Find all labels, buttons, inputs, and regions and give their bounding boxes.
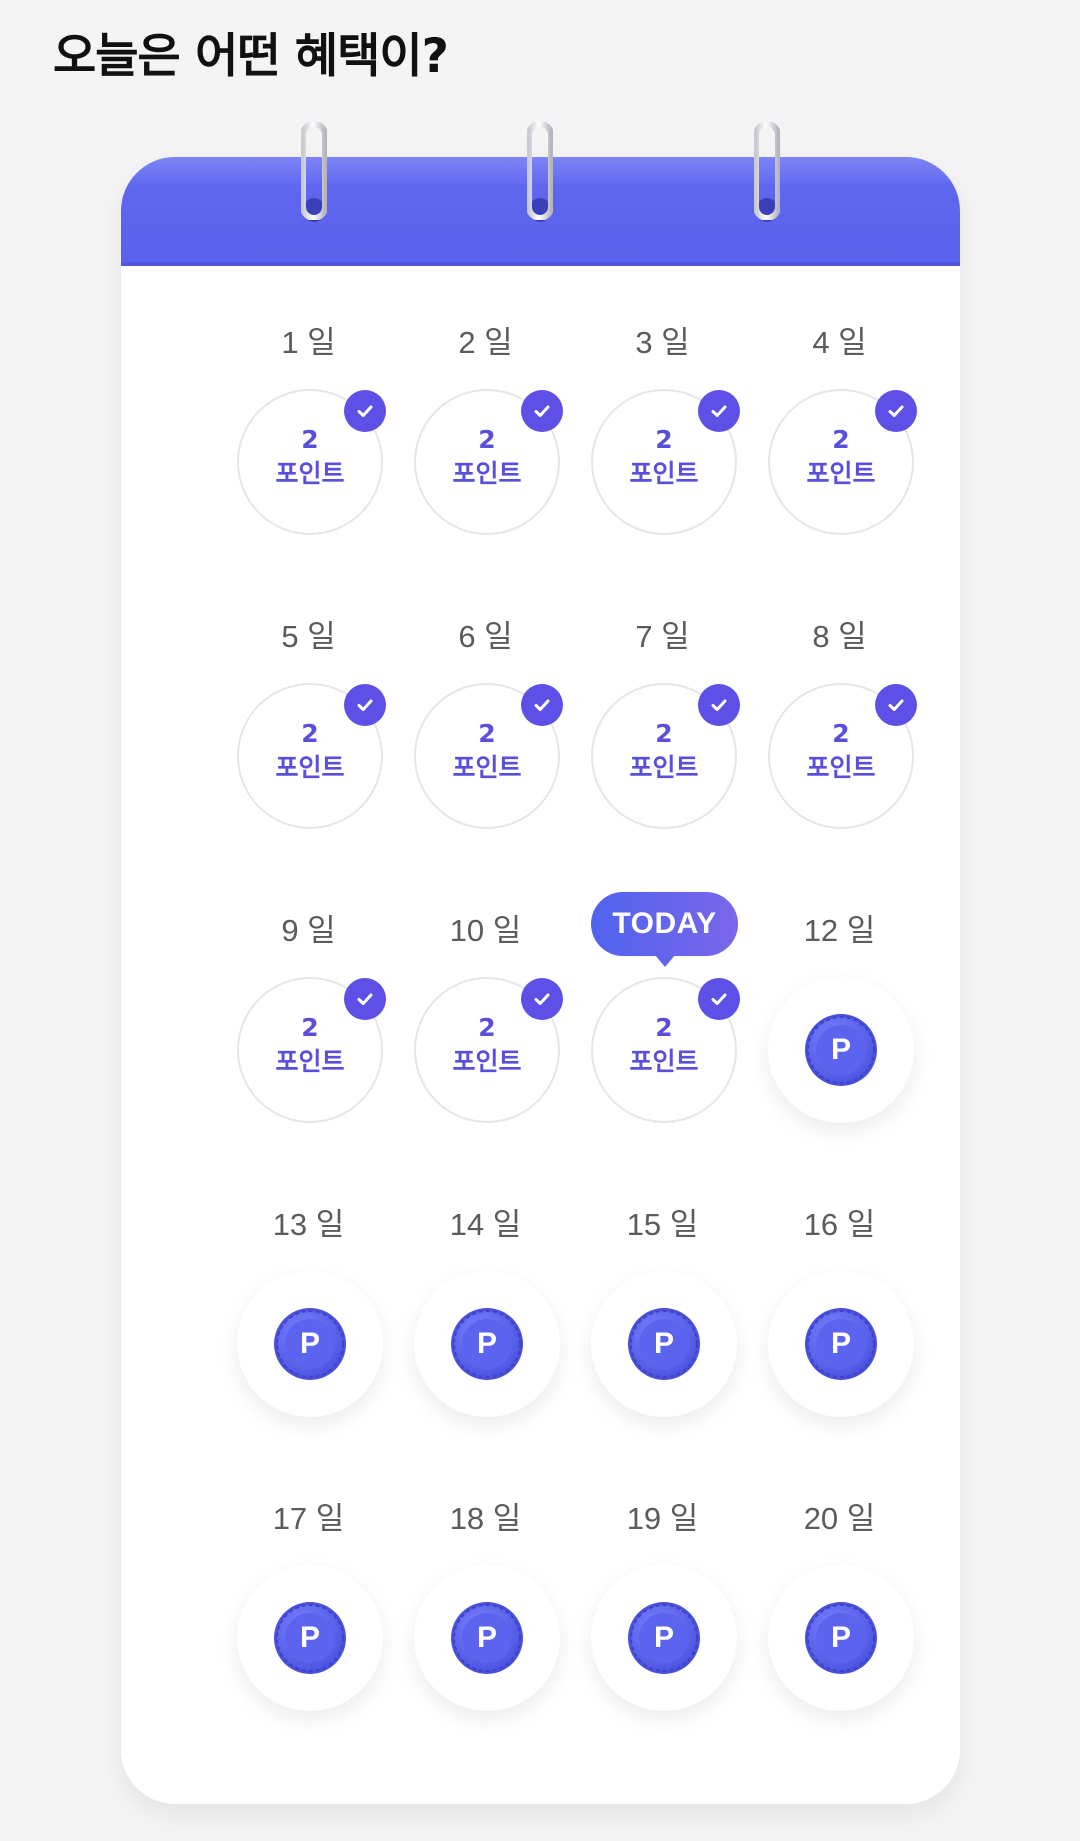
coin-letter: P	[299, 1327, 320, 1360]
day-label: 7 일	[635, 619, 690, 654]
coin-letter: P	[653, 1327, 674, 1360]
coin-letter: P	[299, 1621, 320, 1654]
points-unit: 포인트	[806, 459, 876, 488]
claimed-reward: 2 포인트	[237, 977, 386, 1123]
points-unit: 포인트	[452, 753, 522, 782]
day-label: 2 일	[458, 325, 513, 360]
day-cell: 7 일 2 포인트	[574, 615, 751, 855]
day-label: 9 일	[281, 913, 336, 948]
points-unit: 포인트	[452, 1047, 522, 1076]
day-label: 19 일	[626, 1501, 699, 1536]
day-cell: 13 일 P	[220, 1203, 397, 1443]
coin-letter: P	[830, 1033, 851, 1066]
day-cell: 8 일 2 포인트	[751, 615, 928, 855]
check-icon	[698, 390, 740, 432]
day-cell: 16 일 P	[751, 1203, 928, 1443]
check-icon	[875, 390, 917, 432]
claimed-reward: 2 포인트	[591, 389, 740, 535]
claimed-reward: 2 포인트	[414, 977, 563, 1123]
claimed-reward: 2 포인트	[237, 389, 386, 535]
coin-letter: P	[830, 1327, 851, 1360]
day-cell: 14 일 P	[397, 1203, 574, 1443]
claimed-reward: 2 포인트	[237, 683, 386, 829]
upcoming-reward: P	[768, 1565, 914, 1711]
day-label: 20 일	[803, 1501, 876, 1536]
check-icon	[698, 978, 740, 1020]
check-icon	[344, 978, 386, 1020]
day-cell: 5 일 2 포인트	[220, 615, 397, 855]
points-unit: 포인트	[275, 459, 345, 488]
day-cell: 9 일 2 포인트	[220, 909, 397, 1149]
upcoming-reward: P	[768, 977, 914, 1123]
coin-letter: P	[476, 1621, 497, 1654]
day-label: 18 일	[449, 1501, 522, 1536]
day-cell: 15 일 P	[574, 1203, 751, 1443]
upcoming-reward: P	[237, 1271, 383, 1417]
day-cell: 20 일 P	[751, 1497, 928, 1737]
day-label: 14 일	[449, 1207, 522, 1242]
day-grid: 1 일 2 포인트 2 일 2 포인트 3 일 2 포인트 4 일 2 포인트 5 일 2 포인트 6 일 2포…	[121, 157, 960, 1804]
day-label: 10 일	[449, 913, 522, 948]
points-unit: 포인트	[629, 1047, 699, 1076]
binder-ring	[301, 122, 327, 220]
points-unit: 포인트	[275, 1047, 345, 1076]
day-label: 1 일	[281, 325, 336, 360]
day-label: 6 일	[458, 619, 513, 654]
page-title: 오늘은 어떤 혜택이?	[53, 29, 449, 84]
upcoming-reward: P	[414, 1271, 560, 1417]
points-unit: 포인트	[806, 753, 876, 782]
check-icon	[521, 684, 563, 726]
day-cell: 2 일 2 포인트	[397, 321, 574, 561]
coin-letter: P	[476, 1327, 497, 1360]
day-label: 4 일	[812, 325, 867, 360]
check-icon	[521, 978, 563, 1020]
points-unit: 포인트	[452, 459, 522, 488]
points-unit: 포인트	[629, 753, 699, 782]
claimed-reward: 2 포인트	[591, 977, 740, 1123]
upcoming-reward: P	[414, 1565, 560, 1711]
upcoming-reward: P	[237, 1565, 383, 1711]
day-label: 8 일	[812, 619, 867, 654]
day-label: 15 일	[626, 1207, 699, 1242]
claimed-reward: 2 포인트	[768, 683, 917, 829]
today-badge-label: TODAY	[612, 907, 717, 940]
day-label: 16 일	[803, 1207, 876, 1242]
day-cell: 4 일 2 포인트	[751, 321, 928, 561]
day-cell: 10 일 2 포인트	[397, 909, 574, 1149]
upcoming-reward: P	[591, 1271, 737, 1417]
day-label: 17 일	[272, 1501, 345, 1536]
check-icon	[521, 390, 563, 432]
claimed-reward: 2 포인트	[414, 683, 563, 829]
claimed-reward: 2 포인트	[768, 389, 917, 535]
day-label: 3 일	[635, 325, 690, 360]
claimed-reward: 2 포인트	[414, 389, 563, 535]
day-label: 13 일	[272, 1207, 345, 1242]
day-cell[interactable]: TODAY 2 포인트	[574, 892, 751, 1149]
upcoming-reward: P	[768, 1271, 914, 1417]
day-cell: 3 일 2 포인트	[574, 321, 751, 561]
day-cell: 19 일 P	[574, 1497, 751, 1737]
day-label: 12 일	[803, 913, 876, 948]
day-cell: 17 일 P	[220, 1497, 397, 1737]
day-cell: 1 일 2 포인트	[220, 321, 397, 561]
attendance-calendar: 1 일 2 포인트 2 일 2 포인트 3 일 2 포인트 4 일 2 포인트 5 일 2 포인트 6 일 2포…	[121, 157, 960, 1804]
check-icon	[344, 684, 386, 726]
day-cell: 18 일 P	[397, 1497, 574, 1737]
check-icon	[344, 390, 386, 432]
binder-ring	[527, 122, 553, 220]
points-unit: 포인트	[275, 753, 345, 782]
day-cell: 6 일 2 포인트	[397, 615, 574, 855]
day-label: 5 일	[281, 619, 336, 654]
upcoming-reward: P	[591, 1565, 737, 1711]
check-icon	[875, 684, 917, 726]
coin-letter: P	[830, 1621, 851, 1654]
day-cell: 12 일 P	[751, 909, 928, 1149]
today-badge: TODAY	[591, 892, 738, 967]
points-unit: 포인트	[629, 459, 699, 488]
check-icon	[698, 684, 740, 726]
coin-letter: P	[653, 1621, 674, 1654]
claimed-reward: 2 포인트	[591, 683, 740, 829]
binder-ring	[754, 122, 780, 220]
